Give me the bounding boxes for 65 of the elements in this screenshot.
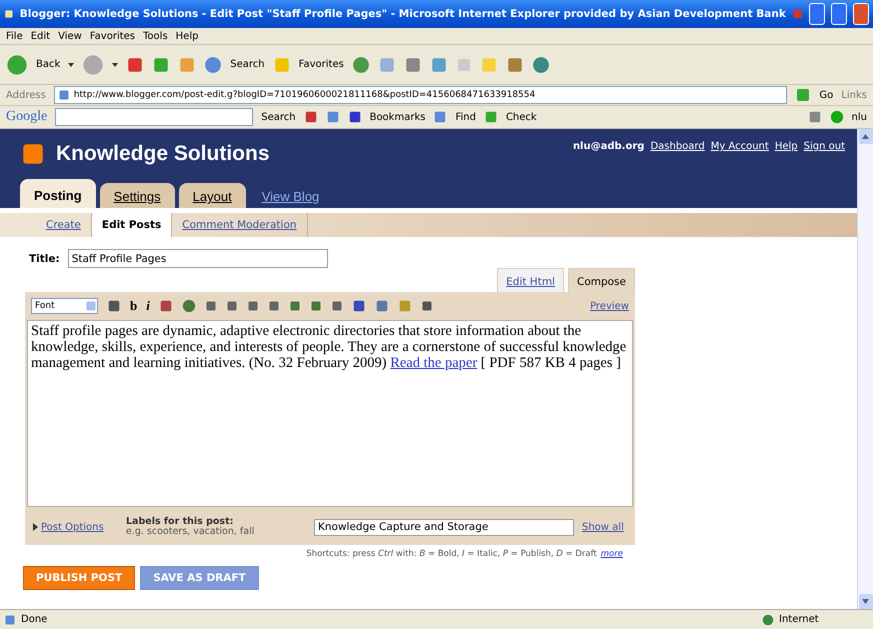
find-button[interactable]: Find [455,112,476,122]
bookmarks-button[interactable]: Bookmarks [370,112,426,122]
user-email: nlu@adb.org [572,141,644,152]
expand-arrow-icon [33,523,38,531]
menu-item[interactable]: View [58,30,82,42]
zone-text: Internet [779,614,820,625]
window-title: Blogger: Knowledge Solutions - Edit Post "Staff Profile Pages" - Microsoft Internet Explorer provided by Asian Development Bank [20,8,786,20]
editor-tab[interactable]: Compose [568,268,635,292]
menu-item[interactable]: Tools [143,30,168,42]
up-arrow-icon [862,134,869,139]
maximize-button[interactable] [831,3,848,25]
close-button[interactable] [853,3,870,25]
down-arrow-icon [862,599,869,604]
menu-item[interactable]: File [6,30,23,42]
menu-item[interactable]: Edit [30,30,50,42]
search-button[interactable]: Search [230,59,265,70]
read-paper-link[interactable]: Read the paper [390,355,478,371]
post-options-link[interactable]: Post Options [33,522,118,532]
nav-tab[interactable]: Layout [178,183,246,208]
back-button[interactable]: Back [36,59,60,70]
google-search-field[interactable] [55,108,254,126]
go-button[interactable]: Go [819,90,834,100]
account-link[interactable]: Help [774,141,798,152]
favorites-button[interactable]: Favorites [298,59,344,70]
caret-icon [112,62,118,66]
status-text: Done [21,614,48,625]
scrollbar[interactable] [857,129,873,609]
italic-button[interactable]: i [146,298,150,314]
address-label: Address [6,90,46,100]
view-blog-link[interactable]: View Blog [250,189,332,208]
check-button[interactable]: Check [506,112,537,122]
title-field[interactable]: Staff Profile Pages [68,249,328,268]
post-body-text: Staff profile pages are dynamic, adaptive electronic directories that store information about the knowledge, skills, experience, and interests of people. They are a cornerstone of successful knowledge management and learning initiatives. (No. 32 February 2009) Read the paper [ PDF 587 KB 4 pages ] [31,323,628,371]
menu-item[interactable]: Favorites [90,30,136,42]
sub-tab[interactable]: Edit Posts [92,213,172,237]
caret-icon [68,62,74,66]
sub-tab[interactable]: Comment Moderation [172,213,308,237]
shortcuts-hint: Shortcuts: press Ctrl with: B = Bold, I = Italic, P = Publish, D = Draft [306,549,597,559]
account-link[interactable]: Dashboard [650,141,705,152]
labels-hint: e.g. scooters, vacation, fall [126,527,256,537]
bold-button[interactable]: b [130,298,138,314]
minimize-button[interactable] [809,3,826,25]
status-dot-icon [830,110,844,124]
font-select[interactable]: Font [31,298,98,314]
links-button[interactable]: Links [841,90,867,100]
title-label: Title: [29,252,60,264]
google-logo: Google [6,109,48,125]
scroll-down-button[interactable] [858,594,872,609]
post-body-field[interactable] [27,320,633,507]
account-link[interactable]: Sign out [804,141,845,152]
menu-item[interactable]: Help [176,30,198,42]
user-menu[interactable]: nlu [852,112,867,122]
preview-link[interactable]: Preview [590,300,629,312]
address-field[interactable]: http://www.blogger.com/post-edit.g?blogID=7101960600021811168&postID=4156068471633918554 [54,86,788,104]
labels-heading: Labels for this post: [126,517,234,527]
nav-tab[interactable]: Settings [100,183,175,208]
account-link[interactable]: My Account [710,141,769,152]
google-search-button[interactable]: Search [261,112,296,122]
nav-tab[interactable]: Posting [20,179,96,208]
show-all-link[interactable]: Show all [582,522,624,532]
scroll-up-button[interactable] [858,129,872,144]
blog-title: Knowledge Solutions [56,142,270,166]
more-link[interactable]: more [600,549,623,559]
editor-tab[interactable]: Edit Html [497,268,564,292]
labels-field[interactable]: Knowledge Capture and Storage [314,518,574,536]
